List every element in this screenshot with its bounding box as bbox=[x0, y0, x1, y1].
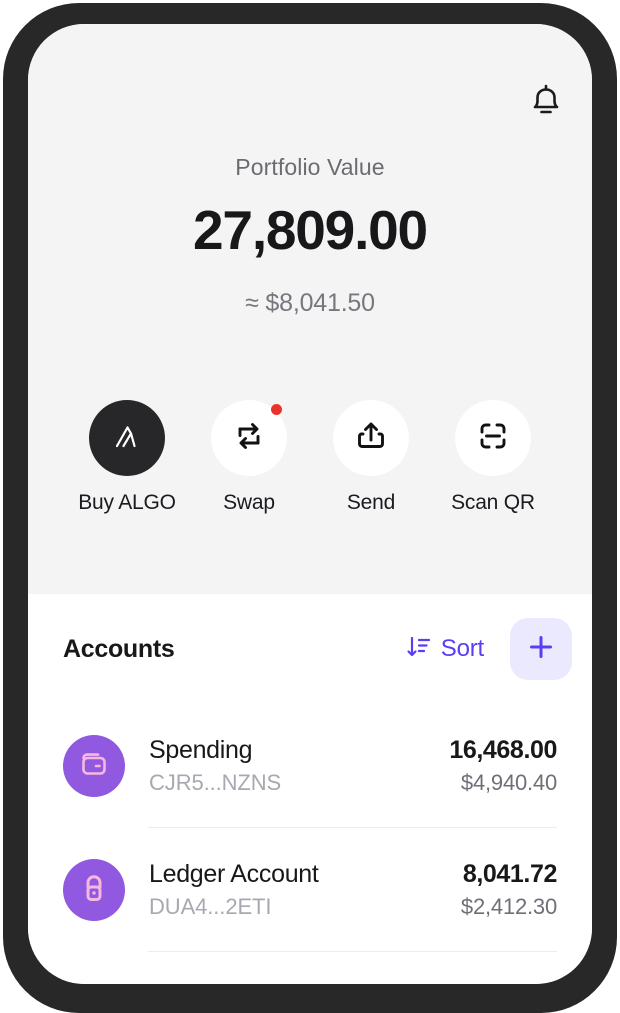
accounts-section: Accounts Sort Spending CJR5...NZNS 16,46… bbox=[28, 594, 592, 984]
action-buy-algo-circle[interactable] bbox=[89, 400, 165, 476]
portfolio-header-card: Portfolio Value 27,809.00 ≈ $8,041.50 Bu… bbox=[28, 24, 592, 594]
swap-arrows-icon bbox=[231, 418, 267, 459]
action-send-circle[interactable] bbox=[333, 400, 409, 476]
action-scan-qr[interactable]: Scan QR bbox=[451, 400, 535, 515]
account-text: Spending CJR5...NZNS bbox=[149, 736, 449, 795]
algorand-logo-icon bbox=[110, 419, 144, 458]
account-address: CJR5...NZNS bbox=[149, 770, 282, 796]
action-scan-qr-label: Scan QR bbox=[451, 491, 535, 514]
account-row-ledger-account[interactable]: Ledger Account DUA4...2ETI 8,041.72 $2,4… bbox=[28, 828, 592, 952]
ledger-lock-icon bbox=[77, 871, 111, 910]
account-row-spending[interactable]: Spending CJR5...NZNS 16,468.00 $4,940.40 bbox=[28, 704, 592, 828]
accounts-title: Accounts bbox=[63, 634, 175, 663]
action-buy-algo-label: Buy ALGO bbox=[78, 491, 176, 514]
quick-actions-row: Buy ALGO Swap Send Scan QR bbox=[28, 400, 592, 515]
account-address: DUA4...2ETI bbox=[149, 894, 272, 920]
action-send[interactable]: Send bbox=[331, 400, 411, 515]
sort-label: Sort bbox=[440, 635, 484, 662]
wallet-icon bbox=[77, 747, 111, 786]
account-name: Spending bbox=[149, 736, 253, 765]
account-amounts: 16,468.00 $4,940.40 bbox=[449, 736, 557, 795]
action-buy-algo[interactable]: Buy ALGO bbox=[78, 400, 176, 515]
account-balance: 8,041.72 bbox=[462, 860, 558, 889]
account-fiat-value: $4,940.40 bbox=[460, 770, 557, 796]
action-scan-qr-circle[interactable] bbox=[455, 400, 531, 476]
action-swap-label: Swap bbox=[223, 491, 275, 514]
notifications-button[interactable] bbox=[522, 78, 570, 126]
scan-qr-icon bbox=[476, 419, 510, 458]
phone-frame: Portfolio Value 27,809.00 ≈ $8,041.50 Bu… bbox=[3, 3, 617, 1013]
sort-button[interactable]: Sort bbox=[406, 634, 484, 665]
accounts-header: Accounts Sort bbox=[28, 594, 592, 704]
row-divider bbox=[148, 951, 557, 952]
plus-icon bbox=[525, 631, 557, 668]
portfolio-value-amount: 27,809.00 bbox=[193, 199, 428, 261]
share-upload-icon bbox=[353, 418, 389, 459]
action-swap[interactable]: Swap bbox=[209, 400, 289, 515]
action-swap-circle[interactable] bbox=[211, 400, 287, 476]
portfolio-value-label: Portfolio Value bbox=[235, 154, 385, 180]
bell-icon bbox=[529, 82, 563, 123]
account-text: Ledger Account DUA4...2ETI bbox=[149, 860, 461, 919]
account-avatar bbox=[63, 859, 125, 921]
action-send-label: Send bbox=[346, 491, 396, 514]
add-account-button[interactable] bbox=[510, 618, 572, 680]
account-balance: 16,468.00 bbox=[449, 736, 557, 765]
account-fiat-value: $2,412.30 bbox=[460, 894, 557, 920]
portfolio-value-fiat: ≈ $8,041.50 bbox=[245, 289, 375, 317]
phone-screen: Portfolio Value 27,809.00 ≈ $8,041.50 Bu… bbox=[28, 24, 592, 984]
account-amounts: 8,041.72 $2,412.30 bbox=[461, 860, 557, 919]
account-name: Ledger Account bbox=[149, 860, 319, 889]
swap-notification-badge bbox=[271, 404, 282, 415]
account-avatar bbox=[63, 735, 125, 797]
sort-descending-icon bbox=[406, 634, 432, 665]
